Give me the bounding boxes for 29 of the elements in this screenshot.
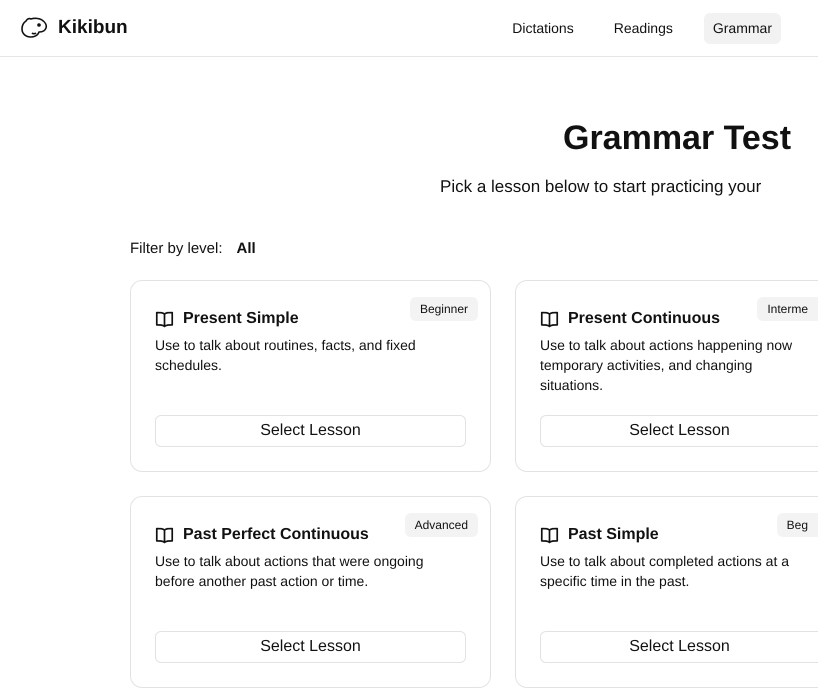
page-title: Grammar Test: [563, 118, 792, 159]
select-lesson-button[interactable]: Select Lesson: [540, 631, 818, 663]
capybara-logo-icon: [20, 16, 48, 40]
lesson-title: Present Continuous: [568, 309, 720, 329]
select-lesson-button[interactable]: Select Lesson: [155, 631, 466, 663]
lesson-description: Use to talk about routines, facts, and fixed schedules.: [155, 336, 417, 375]
lesson-title: Past Perfect Continuous: [183, 525, 369, 545]
nav-link[interactable]: Readings: [604, 12, 682, 44]
level-badge: Beginner: [410, 297, 478, 321]
level-badge: Interme: [757, 297, 818, 321]
level-badge: Advanced: [404, 513, 478, 537]
lesson-description: Use to talk about completed actions at a specific time in the past.: [540, 552, 790, 591]
nav-link[interactable]: Grammar: [704, 12, 781, 44]
page-subtitle: Pick a lesson below to start practicing your: [440, 176, 762, 198]
select-lesson-button[interactable]: Select Lesson: [540, 415, 818, 447]
nav-link[interactable]: Dictations: [503, 12, 583, 44]
select-lesson-button[interactable]: Select Lesson: [155, 415, 466, 447]
level-badge: Beg: [776, 513, 818, 537]
book-icon: [155, 526, 174, 544]
lesson-description: Use to talk about actions that were ongoing before another past action or time.: [155, 552, 425, 591]
book-icon: [540, 526, 559, 544]
filter-label: Filter by level:: [130, 238, 223, 258]
lesson-title: Past Simple: [568, 525, 659, 545]
lesson-title: Present Simple: [183, 309, 299, 329]
book-icon: [540, 310, 559, 328]
lesson-description: Use to talk about actions happening now temporary activities, and changing situations.: [540, 336, 794, 395]
book-icon: [155, 310, 174, 328]
level-filter[interactable]: All: [236, 238, 256, 260]
brand-name[interactable]: Kikibun: [58, 14, 128, 42]
